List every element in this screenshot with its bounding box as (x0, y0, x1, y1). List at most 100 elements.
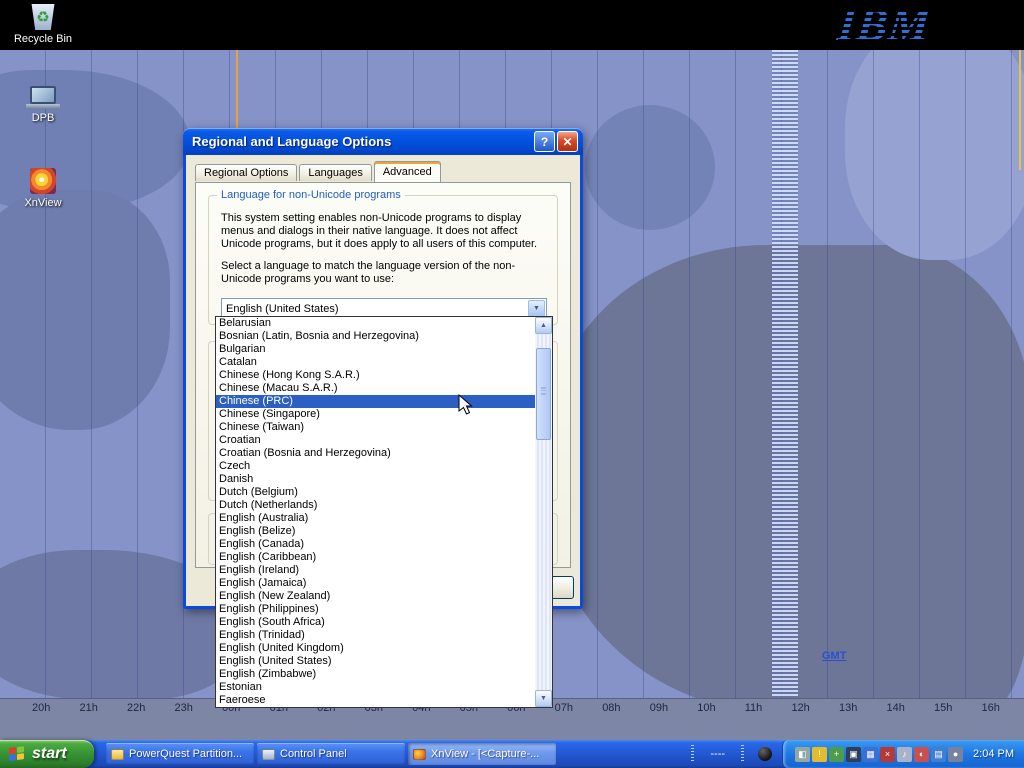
map-continent-shape (845, 50, 1024, 260)
dropdown-item[interactable]: Faeroese (216, 694, 535, 707)
dropdown-item[interactable]: Danish (216, 473, 535, 486)
start-button-label: start (32, 745, 67, 763)
dropdown-item[interactable]: English (United States) (216, 655, 535, 668)
taskbar-clock[interactable]: 2:04 PM (965, 748, 1014, 760)
taskbar-button-powerquest[interactable]: PowerQuest Partition... (106, 743, 254, 765)
dropdown-item[interactable]: English (Jamaica) (216, 577, 535, 590)
dropdown-item[interactable]: English (Trinidad) (216, 629, 535, 642)
security-alert-icon[interactable]: ! (812, 747, 827, 762)
hour-label: 23h (175, 702, 193, 714)
tray-icon-glyph: ◧ (798, 750, 807, 759)
dropdown-item[interactable]: English (Canada) (216, 538, 535, 551)
xnview-icon (30, 168, 56, 194)
dropdown-scrollbar[interactable]: ▲ ▼ (535, 317, 552, 707)
laptop-base (26, 104, 60, 109)
dropdown-item[interactable]: English (New Zealand) (216, 590, 535, 603)
scroll-up-button[interactable]: ▲ (535, 317, 552, 334)
dropdown-item[interactable]: English (Ireland) (216, 564, 535, 577)
dropdown-item[interactable]: Catalan (216, 356, 535, 369)
combobox-dropdown-button[interactable]: ▼ (528, 300, 545, 317)
dropdown-item[interactable]: Bulgarian (216, 343, 535, 356)
dropdown-item[interactable]: English (Belize) (216, 525, 535, 538)
tray-icon-glyph: ◐ (919, 750, 924, 759)
tab-strip: Regional OptionsLanguagesAdvanced (195, 161, 443, 181)
dropdown-item[interactable]: Chinese (Macau S.A.R.) (216, 382, 535, 395)
scrollbar-track[interactable] (535, 334, 552, 690)
top-black-band: IBM (0, 0, 1024, 50)
dropdown-item[interactable]: English (Zimbabwe) (216, 668, 535, 681)
toolbar-grip[interactable] (741, 745, 744, 763)
tab-languages[interactable]: Languages (299, 164, 371, 181)
dropdown-item[interactable]: Croatian (Bosnia and Herzegovina) (216, 447, 535, 460)
dropdown-item[interactable]: English (Australia) (216, 512, 535, 525)
taskbar-toolbar-text: ---- (698, 740, 737, 768)
tray-icon-glyph: ♪ (902, 750, 907, 759)
dropdown-item[interactable]: Dutch (Netherlands) (216, 499, 535, 512)
toolbar-grip[interactable] (691, 745, 694, 763)
dropdown-item[interactable]: English (Philippines) (216, 603, 535, 616)
system-tray: ◧! +▣ ▦ × ♪ ◐ ▤ ● 2:04 PM (782, 740, 1024, 768)
language-dropdown-list: BelarusianBosnian (Latin, Bosnia and Her… (215, 316, 553, 708)
scheduler-icon[interactable]: ◐ (914, 747, 929, 762)
laptop-screen (30, 86, 56, 104)
desktop-icon-xnview[interactable]: XnView (8, 168, 78, 209)
dropdown-item[interactable]: Chinese (Taiwan) (216, 421, 535, 434)
tray-icon-glyph: ! (818, 750, 821, 759)
dropdown-item[interactable]: Estonian (216, 681, 535, 694)
graphics-utility-icon[interactable]: ▤ (931, 747, 946, 762)
hour-label: 10h (697, 702, 715, 714)
dropdown-item[interactable]: Croatian (216, 434, 535, 447)
tab-advanced[interactable]: Advanced (374, 161, 441, 182)
language-bar-icon[interactable]: ● (948, 747, 963, 762)
taskbar-spacer (556, 740, 687, 768)
dropdown-item[interactable]: English (Caribbean) (216, 551, 535, 564)
start-button[interactable]: start (0, 740, 94, 768)
hour-label: 12h (791, 702, 809, 714)
taskbar-button-label: Control Panel (280, 748, 347, 760)
dropdown-item[interactable]: Chinese (Singapore) (216, 408, 535, 421)
help-button[interactable]: ? (534, 131, 555, 152)
recycle-glyph: ♻ (36, 10, 49, 25)
display-settings-icon[interactable]: ▣ (846, 747, 861, 762)
taskbar-button-label: XnView - [<Capture-... (431, 748, 539, 760)
taskbar-toolbar-segment (748, 740, 782, 768)
desktop-icon-dpb[interactable]: DPB (8, 86, 78, 124)
ibm-logo: IBM (838, 0, 948, 50)
dropdown-item[interactable]: Chinese (PRC) (216, 395, 535, 408)
hour-label: 11h (745, 702, 763, 714)
scroll-down-button[interactable]: ▼ (535, 690, 552, 707)
desktop-icon-recycle-bin[interactable]: ♻ Recycle Bin (8, 4, 78, 45)
antivirus-icon[interactable]: + (829, 747, 844, 762)
dropdown-item[interactable]: Bosnian (Latin, Bosnia and Herzegovina) (216, 330, 535, 343)
tray-icon-glyph: ▤ (934, 750, 943, 759)
close-icon: ✕ (562, 135, 572, 149)
tray-icons: ◧! +▣ ▦ × ♪ ◐ ▤ ● (795, 747, 963, 762)
dropdown-item[interactable]: Belarusian (216, 317, 535, 330)
dropdown-item[interactable]: English (South Africa) (216, 616, 535, 629)
tray-icon-glyph: ▦ (866, 750, 875, 759)
close-button[interactable]: ✕ (557, 131, 578, 152)
tab-regional-options[interactable]: Regional Options (195, 164, 297, 181)
timezone-hatch-band (772, 50, 798, 698)
volume-icon[interactable]: ♪ (897, 747, 912, 762)
dropdown-item[interactable]: English (United Kingdom) (216, 642, 535, 655)
scrollbar-thumb[interactable] (536, 348, 551, 440)
dropdown-item[interactable]: Chinese (Hong Kong S.A.R.) (216, 369, 535, 382)
network-disconnected-icon[interactable]: × (880, 747, 895, 762)
description-text-1: This system setting enables non-Unicode … (221, 212, 543, 251)
taskbar-button-xnview[interactable]: XnView - [<Capture-... (408, 743, 556, 765)
network-icon[interactable]: ▦ (863, 747, 878, 762)
dropdown-item[interactable]: Dutch (Belgium) (216, 486, 535, 499)
desktop-icon-label: Recycle Bin (8, 33, 78, 45)
hour-label: 16h (982, 702, 1000, 714)
hour-label: 08h (602, 702, 620, 714)
dialog-titlebar[interactable]: Regional and Language Options ? ✕ (183, 128, 583, 155)
taskbar-button-control-panel[interactable]: Control Panel (257, 743, 405, 765)
toolbar-app-icon[interactable] (758, 747, 772, 761)
dropdown-item[interactable]: Czech (216, 460, 535, 473)
safely-remove-hardware-icon[interactable]: ◧ (795, 747, 810, 762)
dropdown-items: BelarusianBosnian (Latin, Bosnia and Her… (216, 317, 535, 707)
combobox-value: English (United States) (222, 303, 527, 315)
map-continent-shape (585, 105, 715, 230)
chevron-down-icon: ▼ (533, 305, 540, 312)
